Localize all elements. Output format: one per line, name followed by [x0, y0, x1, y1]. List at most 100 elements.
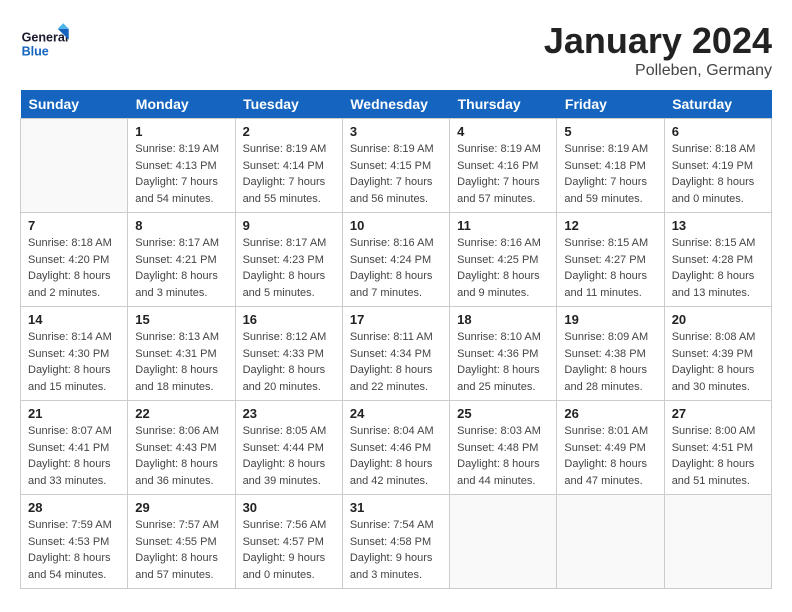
sunset-text: Sunset: 4:27 PM: [564, 254, 645, 266]
cell-info: Sunrise: 8:15 AM Sunset: 4:27 PM Dayligh…: [564, 235, 656, 301]
day-number: 9: [243, 218, 335, 233]
cell-info: Sunrise: 8:14 AM Sunset: 4:30 PM Dayligh…: [28, 329, 120, 395]
day-number: 4: [457, 124, 549, 139]
daylight-text: Daylight: 8 hours and 5 minutes.: [243, 270, 326, 299]
daylight-text: Daylight: 8 hours and 25 minutes.: [457, 364, 540, 393]
daylight-text: Daylight: 8 hours and 7 minutes.: [350, 270, 433, 299]
cell-info: Sunrise: 8:17 AM Sunset: 4:21 PM Dayligh…: [135, 235, 227, 301]
svg-text:Blue: Blue: [22, 44, 49, 58]
daylight-text: Daylight: 8 hours and 18 minutes.: [135, 364, 218, 393]
cell-info: Sunrise: 8:15 AM Sunset: 4:28 PM Dayligh…: [672, 235, 764, 301]
daylight-text: Daylight: 7 hours and 59 minutes.: [564, 176, 647, 205]
sunset-text: Sunset: 4:16 PM: [457, 160, 538, 172]
title-block: January 2024 Polleben, Germany: [544, 20, 772, 80]
svg-text:General: General: [22, 30, 69, 44]
sunrise-text: Sunrise: 8:11 AM: [350, 331, 433, 343]
header-saturday: Saturday: [664, 90, 771, 119]
daylight-text: Daylight: 8 hours and 39 minutes.: [243, 458, 326, 487]
cell-info: Sunrise: 8:10 AM Sunset: 4:36 PM Dayligh…: [457, 329, 549, 395]
logo-icon: General Blue: [20, 20, 75, 65]
sunrise-text: Sunrise: 8:19 AM: [135, 143, 219, 155]
calendar-cell: 31 Sunrise: 7:54 AM Sunset: 4:58 PM Dayl…: [342, 495, 449, 589]
day-number: 20: [672, 312, 764, 327]
daylight-text: Daylight: 8 hours and 54 minutes.: [28, 552, 111, 581]
day-number: 16: [243, 312, 335, 327]
week-row-1: 1 Sunrise: 8:19 AM Sunset: 4:13 PM Dayli…: [21, 119, 772, 213]
daylight-text: Daylight: 8 hours and 22 minutes.: [350, 364, 433, 393]
calendar-cell: 10 Sunrise: 8:16 AM Sunset: 4:24 PM Dayl…: [342, 213, 449, 307]
sunrise-text: Sunrise: 8:15 AM: [564, 237, 648, 249]
sunset-text: Sunset: 4:44 PM: [243, 442, 324, 454]
day-number: 23: [243, 406, 335, 421]
day-number: 13: [672, 218, 764, 233]
day-number: 31: [350, 500, 442, 515]
header-monday: Monday: [128, 90, 235, 119]
daylight-text: Daylight: 8 hours and 57 minutes.: [135, 552, 218, 581]
cell-info: Sunrise: 8:06 AM Sunset: 4:43 PM Dayligh…: [135, 423, 227, 489]
cell-info: Sunrise: 8:16 AM Sunset: 4:25 PM Dayligh…: [457, 235, 549, 301]
sunrise-text: Sunrise: 7:59 AM: [28, 519, 112, 531]
calendar-cell: [664, 495, 771, 589]
calendar-cell: 16 Sunrise: 8:12 AM Sunset: 4:33 PM Dayl…: [235, 307, 342, 401]
sunset-text: Sunset: 4:48 PM: [457, 442, 538, 454]
daylight-text: Daylight: 8 hours and 44 minutes.: [457, 458, 540, 487]
sunrise-text: Sunrise: 8:18 AM: [672, 143, 756, 155]
daylight-text: Daylight: 9 hours and 3 minutes.: [350, 552, 433, 581]
cell-info: Sunrise: 7:57 AM Sunset: 4:55 PM Dayligh…: [135, 517, 227, 583]
cell-info: Sunrise: 8:04 AM Sunset: 4:46 PM Dayligh…: [350, 423, 442, 489]
calendar-cell: [21, 119, 128, 213]
cell-info: Sunrise: 8:09 AM Sunset: 4:38 PM Dayligh…: [564, 329, 656, 395]
sunset-text: Sunset: 4:28 PM: [672, 254, 753, 266]
daylight-text: Daylight: 8 hours and 0 minutes.: [672, 176, 755, 205]
sunrise-text: Sunrise: 8:19 AM: [457, 143, 541, 155]
calendar-cell: 9 Sunrise: 8:17 AM Sunset: 4:23 PM Dayli…: [235, 213, 342, 307]
daylight-text: Daylight: 8 hours and 15 minutes.: [28, 364, 111, 393]
calendar-cell: 8 Sunrise: 8:17 AM Sunset: 4:21 PM Dayli…: [128, 213, 235, 307]
week-row-3: 14 Sunrise: 8:14 AM Sunset: 4:30 PM Dayl…: [21, 307, 772, 401]
header-wednesday: Wednesday: [342, 90, 449, 119]
day-number: 22: [135, 406, 227, 421]
sunset-text: Sunset: 4:15 PM: [350, 160, 431, 172]
sunset-text: Sunset: 4:51 PM: [672, 442, 753, 454]
daylight-text: Daylight: 8 hours and 11 minutes.: [564, 270, 647, 299]
cell-info: Sunrise: 8:05 AM Sunset: 4:44 PM Dayligh…: [243, 423, 335, 489]
calendar-cell: 7 Sunrise: 8:18 AM Sunset: 4:20 PM Dayli…: [21, 213, 128, 307]
calendar-cell: 26 Sunrise: 8:01 AM Sunset: 4:49 PM Dayl…: [557, 401, 664, 495]
cell-info: Sunrise: 8:12 AM Sunset: 4:33 PM Dayligh…: [243, 329, 335, 395]
sunset-text: Sunset: 4:33 PM: [243, 348, 324, 360]
sunset-text: Sunset: 4:46 PM: [350, 442, 431, 454]
day-number: 17: [350, 312, 442, 327]
calendar-cell: 1 Sunrise: 8:19 AM Sunset: 4:13 PM Dayli…: [128, 119, 235, 213]
cell-info: Sunrise: 7:54 AM Sunset: 4:58 PM Dayligh…: [350, 517, 442, 583]
cell-info: Sunrise: 8:00 AM Sunset: 4:51 PM Dayligh…: [672, 423, 764, 489]
calendar-table: Sunday Monday Tuesday Wednesday Thursday…: [20, 90, 772, 589]
sunrise-text: Sunrise: 7:57 AM: [135, 519, 219, 531]
sunrise-text: Sunrise: 8:14 AM: [28, 331, 112, 343]
cell-info: Sunrise: 8:19 AM Sunset: 4:14 PM Dayligh…: [243, 141, 335, 207]
sunrise-text: Sunrise: 8:07 AM: [28, 425, 112, 437]
sunrise-text: Sunrise: 7:56 AM: [243, 519, 327, 531]
week-row-2: 7 Sunrise: 8:18 AM Sunset: 4:20 PM Dayli…: [21, 213, 772, 307]
daylight-text: Daylight: 8 hours and 3 minutes.: [135, 270, 218, 299]
cell-info: Sunrise: 8:19 AM Sunset: 4:18 PM Dayligh…: [564, 141, 656, 207]
day-number: 3: [350, 124, 442, 139]
day-number: 1: [135, 124, 227, 139]
calendar-cell: 13 Sunrise: 8:15 AM Sunset: 4:28 PM Dayl…: [664, 213, 771, 307]
sunrise-text: Sunrise: 8:19 AM: [350, 143, 434, 155]
sunrise-text: Sunrise: 7:54 AM: [350, 519, 434, 531]
daylight-text: Daylight: 8 hours and 36 minutes.: [135, 458, 218, 487]
day-number: 14: [28, 312, 120, 327]
cell-info: Sunrise: 8:01 AM Sunset: 4:49 PM Dayligh…: [564, 423, 656, 489]
sunset-text: Sunset: 4:43 PM: [135, 442, 216, 454]
sunset-text: Sunset: 4:38 PM: [564, 348, 645, 360]
page-container: General Blue January 2024 Polleben, Germ…: [20, 20, 772, 589]
sunrise-text: Sunrise: 8:19 AM: [564, 143, 648, 155]
sunset-text: Sunset: 4:25 PM: [457, 254, 538, 266]
daylight-text: Daylight: 8 hours and 47 minutes.: [564, 458, 647, 487]
sunset-text: Sunset: 4:30 PM: [28, 348, 109, 360]
cell-info: Sunrise: 8:19 AM Sunset: 4:15 PM Dayligh…: [350, 141, 442, 207]
sunrise-text: Sunrise: 8:18 AM: [28, 237, 112, 249]
sunset-text: Sunset: 4:18 PM: [564, 160, 645, 172]
cell-info: Sunrise: 7:59 AM Sunset: 4:53 PM Dayligh…: [28, 517, 120, 583]
logo: General Blue: [20, 20, 75, 65]
